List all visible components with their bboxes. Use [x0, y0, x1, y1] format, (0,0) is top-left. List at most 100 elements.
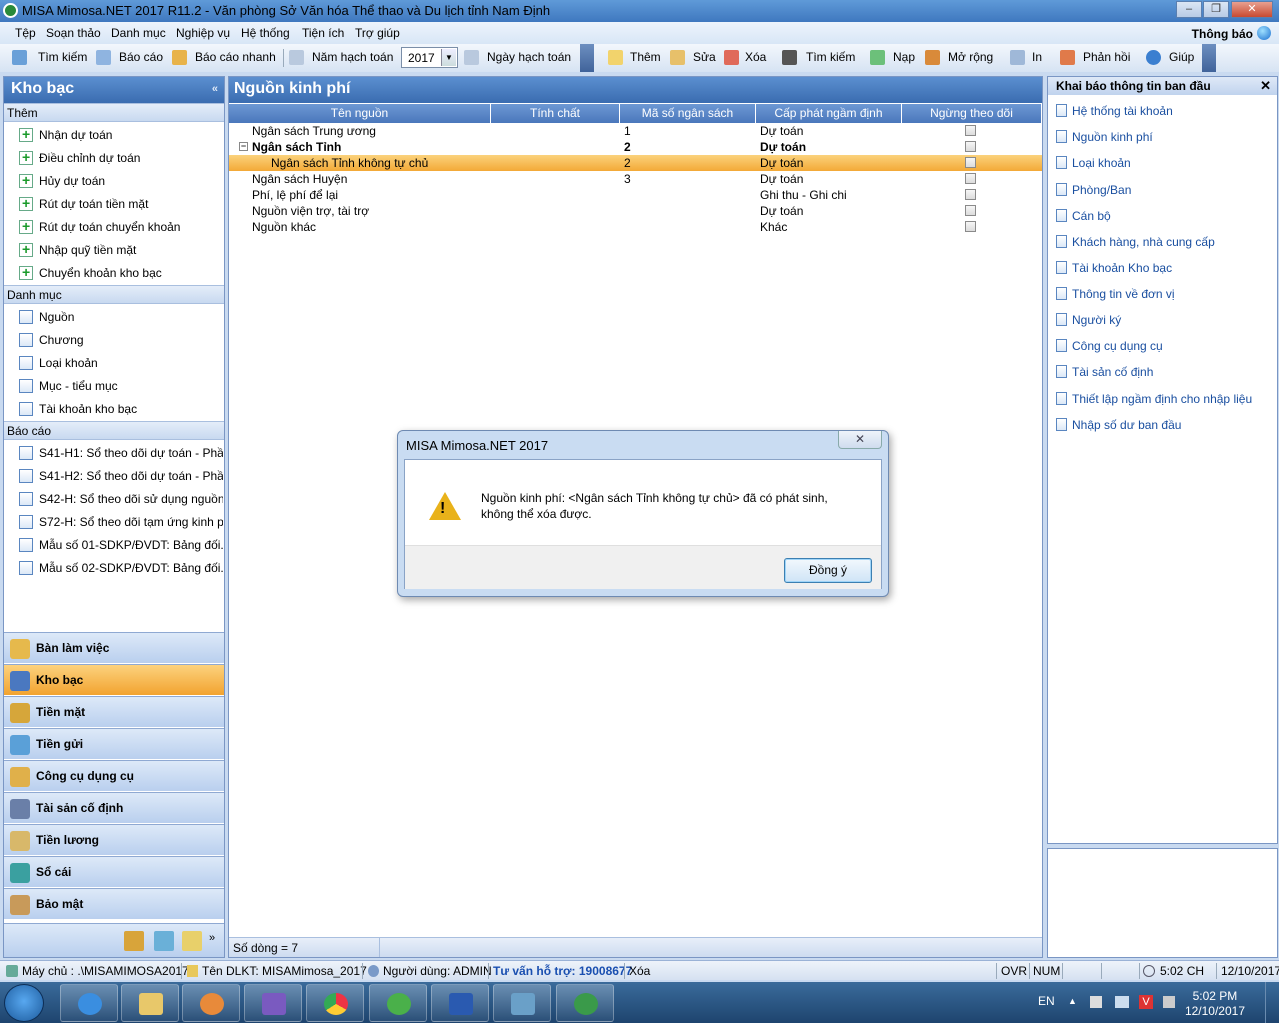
taskbar-explorer[interactable] — [121, 984, 179, 1022]
checkbox[interactable] — [965, 157, 976, 168]
config-icon[interactable] — [182, 931, 202, 951]
close-icon[interactable]: ✕ — [1260, 78, 1271, 94]
nav-tien-gui[interactable]: Tiền gửi — [4, 728, 224, 759]
section-bao-cao[interactable]: Báo cáo — [4, 421, 224, 440]
nav-bao-mat[interactable]: Bảo mật — [4, 888, 224, 919]
toolbar-overflow[interactable] — [1202, 44, 1216, 72]
report-item[interactable]: S41-H2: Sổ theo dõi dự toán - Phầ... — [19, 469, 223, 483]
flag-icon[interactable] — [1090, 996, 1102, 1008]
dialog-close-button[interactable]: ✕ — [838, 431, 882, 449]
setup-link[interactable]: Loại khoản — [1056, 156, 1131, 170]
antivirus-icon[interactable]: V — [1139, 995, 1153, 1009]
volume-icon[interactable] — [1163, 996, 1175, 1008]
taskbar-word[interactable] — [431, 984, 489, 1022]
task-item[interactable]: Hủy dự toán — [19, 174, 223, 188]
setup-link[interactable]: Nguồn kinh phí — [1056, 130, 1153, 144]
chevron-down-icon[interactable]: ▼ — [441, 49, 456, 66]
checklist-icon[interactable] — [154, 931, 174, 951]
checkbox[interactable] — [965, 125, 976, 136]
print-button[interactable]: In — [1032, 50, 1042, 64]
catalog-item[interactable]: Nguồn — [19, 310, 223, 324]
close-button[interactable]: ✕ — [1231, 1, 1273, 18]
delete-button[interactable]: Xóa — [745, 50, 766, 64]
checkbox[interactable] — [965, 205, 976, 216]
section-them[interactable]: Thêm — [4, 103, 224, 122]
menu-tep[interactable]: Tệp — [15, 26, 36, 40]
task-item[interactable]: Điều chỉnh dự toán — [19, 151, 223, 165]
setup-link[interactable]: Thiết lập ngầm định cho nhập liệu — [1056, 392, 1252, 406]
setup-link[interactable]: Tài khoản Kho bạc — [1056, 261, 1172, 275]
nav-kho-bac[interactable]: Kho bạc — [4, 664, 224, 695]
table-row[interactable]: Phí, lệ phí để lại Ghi thu - Ghi chi — [229, 187, 1042, 203]
tray-expand-icon[interactable]: ▲ — [1068, 996, 1077, 1006]
catalog-item[interactable]: Loại khoản — [19, 356, 223, 370]
taskbar-misa[interactable] — [556, 984, 614, 1022]
column-header-ten-nguon[interactable]: Tên nguồn — [229, 104, 491, 123]
catalog-item[interactable]: Tài khoản kho bạc — [19, 402, 223, 416]
table-row[interactable]: Ngân sách Trung ương 1 Dự toán — [229, 123, 1042, 139]
setup-link[interactable]: Hệ thống tài khoản — [1056, 104, 1173, 118]
collapse-icon[interactable]: « — [212, 83, 218, 95]
task-item[interactable]: Nhập quỹ tiền mặt — [19, 243, 223, 257]
notice-link[interactable]: Thông báo — [1192, 27, 1253, 41]
nav-tai-san[interactable]: Tài sản cố định — [4, 792, 224, 823]
menu-tro-giup[interactable]: Trợ giúp — [355, 26, 400, 40]
books-icon[interactable] — [124, 931, 144, 951]
expand-button[interactable]: Mở rộng — [948, 50, 993, 64]
task-item[interactable]: Rút dự toán tiền mặt — [19, 197, 223, 211]
search-button[interactable]: Tìm kiếm — [38, 50, 87, 64]
toolbar-overflow[interactable] — [580, 44, 594, 72]
table-row[interactable]: Nguồn viện trợ, tài trợ Dự toán — [229, 203, 1042, 219]
table-row[interactable]: Ngân sách Huyện 3 Dự toán — [229, 171, 1042, 187]
report-button[interactable]: Báo cáo — [119, 50, 163, 64]
setup-link[interactable]: Khách hàng, nhà cung cấp — [1056, 235, 1215, 249]
menu-danh-muc[interactable]: Danh mục — [111, 26, 166, 40]
setup-link[interactable]: Cán bộ — [1056, 209, 1111, 223]
reload-button[interactable]: Nạp — [893, 50, 915, 64]
taskbar-clock[interactable]: 5:02 PM 12/10/2017 — [1185, 989, 1245, 1019]
nav-cong-cu[interactable]: Công cụ dụng cụ — [4, 760, 224, 791]
menu-soan-thao[interactable]: Soạn thảo — [46, 26, 101, 40]
nav-tien-mat[interactable]: Tiền mặt — [4, 696, 224, 727]
checkbox[interactable] — [965, 189, 976, 200]
language-indicator[interactable]: EN — [1038, 994, 1055, 1008]
setup-link[interactable]: Thông tin về đơn vị — [1056, 287, 1175, 301]
globe-icon[interactable] — [1257, 26, 1271, 40]
setup-link[interactable]: Người ký — [1056, 313, 1121, 327]
table-row[interactable]: Nguồn khác Khác — [229, 219, 1042, 235]
task-item[interactable]: Nhận dự toán — [19, 128, 223, 142]
task-item[interactable]: Rút dự toán chuyển khoản — [19, 220, 223, 234]
report-item[interactable]: S41-H1: Sổ theo dõi dự toán - Phầ... — [19, 446, 223, 460]
collapse-toggle-icon[interactable]: − — [239, 142, 248, 151]
menu-tien-ich[interactable]: Tiện ích — [302, 26, 344, 40]
catalog-item[interactable]: Mục - tiểu mục — [19, 379, 223, 393]
nav-so-cai[interactable]: Sổ cái — [4, 856, 224, 887]
menu-nghiep-vu[interactable]: Nghiệp vụ — [176, 26, 230, 40]
network-icon[interactable] — [1115, 996, 1129, 1008]
section-danh-muc[interactable]: Danh mục — [4, 285, 224, 304]
posting-date-button[interactable]: Ngày hạch toán — [487, 50, 571, 64]
report-item[interactable]: Mẫu số 02-SDKP/ĐVDT: Bảng đối... — [19, 561, 223, 575]
taskbar-media[interactable] — [182, 984, 240, 1022]
setup-link[interactable]: Công cụ dụng cụ — [1056, 339, 1163, 353]
checkbox[interactable] — [965, 173, 976, 184]
setup-link[interactable]: Phòng/Ban — [1056, 183, 1131, 197]
edit-button[interactable]: Sửa — [693, 50, 716, 64]
column-header-cap-phat[interactable]: Cấp phát ngầm định — [756, 104, 902, 123]
help-button[interactable]: Giúp — [1169, 50, 1194, 64]
report-item[interactable]: S72-H: Sổ theo dõi tạm ứng kinh p... — [19, 515, 223, 529]
setup-link[interactable]: Nhập số dư ban đầu — [1056, 418, 1181, 432]
nav-ban-lam-viec[interactable]: Bàn làm việc — [4, 632, 224, 663]
table-row[interactable]: − Ngân sách Tỉnh 2 Dự toán — [229, 139, 1042, 155]
column-header-ngung[interactable]: Ngừng theo dõi — [902, 104, 1042, 123]
add-button[interactable]: Thêm — [630, 50, 661, 64]
report-item[interactable]: Mẫu số 01-SDKP/ĐVDT: Bảng đối... — [19, 538, 223, 552]
quick-report-button[interactable]: Báo cáo nhanh — [195, 50, 276, 64]
taskbar-photo[interactable] — [493, 984, 551, 1022]
table-row-selected[interactable]: Ngân sách Tỉnh không tự chủ 2 Dự toán — [229, 155, 1042, 171]
show-desktop-button[interactable] — [1265, 982, 1279, 1023]
checkbox[interactable] — [965, 221, 976, 232]
task-item[interactable]: Chuyển khoản kho bạc — [19, 266, 223, 280]
column-header-ma-so[interactable]: Mã số ngân sách — [620, 104, 756, 123]
column-header-tinh-chat[interactable]: Tính chất — [491, 104, 620, 123]
